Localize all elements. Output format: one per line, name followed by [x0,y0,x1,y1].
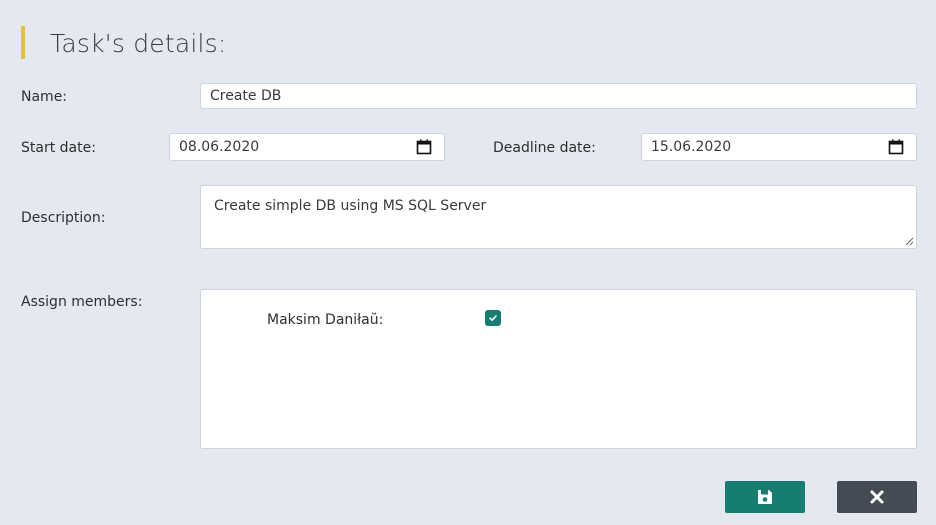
description-label: Description: [21,210,106,226]
save-button[interactable] [725,481,805,513]
deadline-date-label: Deadline date: [493,140,596,156]
calendar-icon[interactable] [888,139,904,155]
description-textarea[interactable]: Create simple DB using MS SQL Server [200,185,917,249]
cancel-button[interactable] [837,481,917,513]
member-checkbox[interactable] [485,310,501,326]
assign-members-label: Assign members: [21,294,143,310]
members-panel: Maksim Daniłaŭ: [200,289,917,449]
deadline-date-value: 15.06.2020 [651,139,732,155]
close-icon [870,490,884,504]
name-input[interactable]: Create DB [200,83,917,109]
calendar-icon[interactable] [416,139,432,155]
name-input-value: Create DB [210,88,282,104]
start-date-value: 08.06.2020 [179,139,260,155]
start-date-input[interactable]: 08.06.2020 [169,133,445,161]
member-name: Maksim Daniłaŭ: [267,312,384,328]
floppy-disk-icon [758,490,772,504]
description-value: Create simple DB using MS SQL Server [214,198,487,214]
resize-handle-icon[interactable] [905,237,914,246]
page-title: Task's details: [50,29,227,58]
name-label: Name: [21,89,68,105]
deadline-date-input[interactable]: 15.06.2020 [641,133,917,161]
title-accent-bar [21,26,25,59]
start-date-label: Start date: [21,140,96,156]
checkmark-icon [489,315,497,321]
